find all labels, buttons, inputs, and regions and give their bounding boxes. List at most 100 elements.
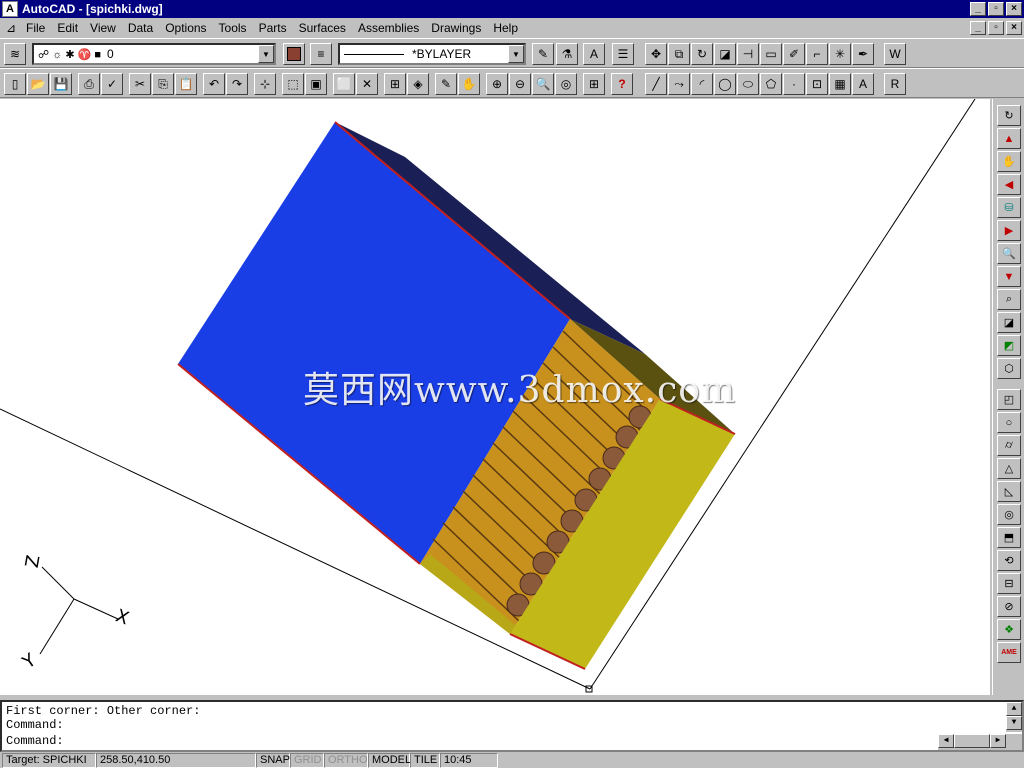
torus-icon[interactable]: ◎ [997,504,1021,525]
hatch-icon[interactable]: ▦ [829,73,851,95]
pan-icon[interactable]: ✋ [458,73,480,95]
chevron-down-icon[interactable]: ▼ [508,45,524,63]
command-window[interactable]: First corner: Other corner: Command: Com… [0,700,1024,752]
ame-icon[interactable]: AME [997,642,1021,663]
status-ortho[interactable]: ORTHO [324,752,368,768]
status-tile[interactable]: TILE [410,752,440,768]
cylinder-icon[interactable]: ⌭ [997,435,1021,456]
zoom-icon[interactable]: 🔍 [997,243,1021,264]
linetype-combo[interactable]: *BYLAYER ▼ [338,43,526,65]
status-snap[interactable]: SNAP [256,752,290,768]
revolve-icon[interactable]: ⟲ [997,550,1021,571]
linetype-icon[interactable]: ≡ [310,43,332,65]
tile-viewports-icon[interactable]: ⊞ [583,73,605,95]
drawing-canvas[interactable]: X Y Z 莫西网www.3dmox.com [0,99,990,695]
crossing-icon[interactable]: ⬜ [333,73,355,95]
layers-icon[interactable]: ≋ [4,43,26,65]
polygon-icon[interactable]: ⬠ [760,73,782,95]
menu-help[interactable]: Help [487,21,524,35]
cut-icon[interactable]: ✂ [129,73,151,95]
zoom-all-icon[interactable]: ◎ [555,73,577,95]
menu-tools[interactable]: Tools [213,21,253,35]
view-left-icon[interactable]: ◀ [997,174,1021,195]
insert-block-icon[interactable]: ⊡ [806,73,828,95]
view-bottom-icon[interactable]: ▼ [997,266,1021,287]
status-model[interactable]: MODEL [368,752,411,768]
help-icon[interactable]: ? [611,73,633,95]
copy-object-icon[interactable]: ⧉ [668,43,690,65]
scroll-thumb[interactable] [954,734,990,748]
edit-icon[interactable]: ✐ [783,43,805,65]
r-button[interactable]: R [884,73,906,95]
pan-hand-icon[interactable]: ✋ [997,151,1021,172]
extrude-icon[interactable]: ⬒ [997,527,1021,548]
command-hscroll[interactable]: ◀ ▶ [938,734,1022,750]
text-style-icon[interactable]: A [583,43,605,65]
layer-combo[interactable]: ☍ ☼ ✱ ♈ ■ 0 ▼ [32,43,276,65]
iso-view-icon[interactable]: ◪ [997,312,1021,333]
explode-icon[interactable]: ✳ [829,43,851,65]
status-grid[interactable]: GRID [290,752,324,768]
spellcheck-icon[interactable]: ✓ [101,73,123,95]
interfere-icon[interactable]: ❖ [997,619,1021,640]
rotate-icon[interactable]: ↻ [691,43,713,65]
minimize-button[interactable]: _ [970,2,986,16]
menu-assemblies[interactable]: Assemblies [352,21,425,35]
wedge-icon[interactable]: ◺ [997,481,1021,502]
doc-minimize-button[interactable]: _ [970,21,986,35]
menu-file[interactable]: File [20,21,51,35]
menu-drawings[interactable]: Drawings [425,21,487,35]
open-folder-icon[interactable]: 📂 [27,73,49,95]
maximize-button[interactable]: ▫ [988,2,1004,16]
fillet-icon[interactable]: ⌐ [806,43,828,65]
w-button[interactable]: W [884,43,906,65]
select-window-icon[interactable]: ⬚ [282,73,304,95]
close-button[interactable]: × [1006,2,1022,16]
section-icon[interactable]: ⊟ [997,573,1021,594]
menu-surfaces[interactable]: Surfaces [293,21,352,35]
zoom-window-icon[interactable]: ⌕ [997,289,1021,310]
slice-icon[interactable]: ⊘ [997,596,1021,617]
view-right-icon[interactable]: ▶ [997,220,1021,241]
save-icon[interactable]: 💾 [50,73,72,95]
modify-properties-icon[interactable]: ✎ [532,43,554,65]
close-selection-icon[interactable]: ✕ [356,73,378,95]
command-vscroll[interactable]: ▲ ▼ [1006,702,1022,732]
undo-icon[interactable]: ↶ [203,73,225,95]
document-icon[interactable]: ⊿ [2,20,20,36]
doc-restore-button[interactable]: ▫ [988,21,1004,35]
arc-icon[interactable]: ◜ [691,73,713,95]
stretch-icon[interactable]: ▭ [760,43,782,65]
redo-icon[interactable]: ↷ [226,73,248,95]
list-icon[interactable]: ☰ [612,43,634,65]
trim-icon[interactable]: ⊣ [737,43,759,65]
ellipse-icon[interactable]: ⬭ [737,73,759,95]
menu-view[interactable]: View [84,21,122,35]
block-icon[interactable]: ◈ [407,73,429,95]
line-icon[interactable]: ╱ [645,73,667,95]
scroll-left-icon[interactable]: ◀ [938,734,954,748]
text-icon[interactable]: A [852,73,874,95]
cone-icon[interactable]: △ [997,458,1021,479]
orbit-icon[interactable]: ↻ [997,105,1021,126]
circle-icon[interactable]: ◯ [714,73,736,95]
cylinder-view-icon[interactable]: ⛁ [997,197,1021,218]
box-view-icon[interactable]: ⬡ [997,358,1021,379]
match-properties-icon[interactable]: ⚗ [556,43,578,65]
autocad-app-icon[interactable]: A [2,1,18,17]
point-icon[interactable]: · [783,73,805,95]
scroll-down-icon[interactable]: ▼ [1006,716,1022,730]
new-file-icon[interactable]: ▯ [4,73,26,95]
move-icon[interactable]: ✥ [645,43,667,65]
chevron-down-icon[interactable]: ▼ [258,45,274,63]
menu-data[interactable]: Data [122,21,159,35]
scroll-up-icon[interactable]: ▲ [1006,702,1022,716]
print-icon[interactable]: ⎙ [78,73,100,95]
iso-view-green-icon[interactable]: ◩ [997,335,1021,356]
paste-icon[interactable]: 📋 [175,73,197,95]
box-solid-icon[interactable]: ◰ [997,389,1021,410]
snap-icon[interactable]: ⊹ [254,73,276,95]
polyline-icon[interactable]: ⤳ [668,73,690,95]
zoom-out-icon[interactable]: ⊖ [509,73,531,95]
doc-close-button[interactable]: × [1006,21,1022,35]
